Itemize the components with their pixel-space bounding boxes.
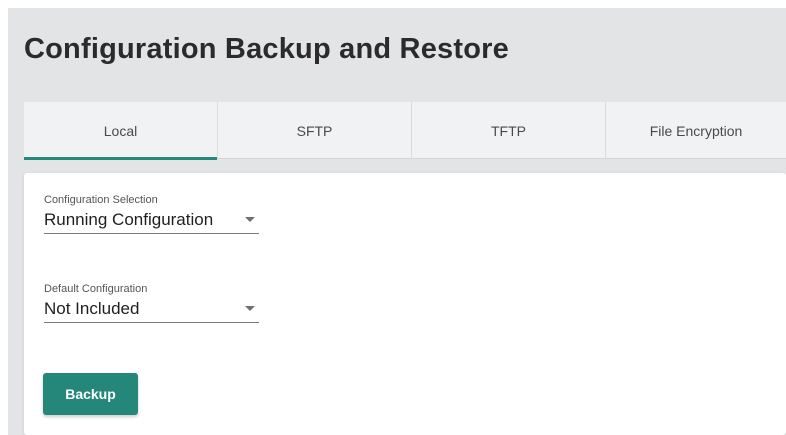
tab-bar: Local SFTP TFTP File Encryption bbox=[24, 102, 786, 160]
tab-file-encryption[interactable]: File Encryption bbox=[606, 102, 786, 159]
chevron-down-icon bbox=[245, 306, 255, 311]
default-configuration-field: Default Configuration Not Included bbox=[44, 283, 259, 323]
configuration-selection-label: Configuration Selection bbox=[44, 194, 158, 206]
default-configuration-select[interactable]: Not Included bbox=[44, 295, 259, 323]
backup-button[interactable]: Backup bbox=[43, 373, 138, 415]
configuration-selection-select[interactable]: Running Configuration bbox=[44, 206, 259, 234]
configuration-selection-field: Configuration Selection Running Configur… bbox=[44, 194, 259, 234]
configuration-selection-value: Running Configuration bbox=[44, 209, 214, 229]
tab-local[interactable]: Local bbox=[24, 102, 218, 160]
default-configuration-label: Default Configuration bbox=[44, 283, 148, 295]
chevron-down-icon bbox=[245, 217, 255, 222]
page-title: Configuration Backup and Restore bbox=[24, 33, 509, 65]
tab-tftp[interactable]: TFTP bbox=[412, 102, 606, 159]
local-backup-card: Configuration Selection Running Configur… bbox=[24, 173, 786, 435]
tab-sftp[interactable]: SFTP bbox=[218, 102, 412, 159]
default-configuration-value: Not Included bbox=[44, 298, 140, 318]
